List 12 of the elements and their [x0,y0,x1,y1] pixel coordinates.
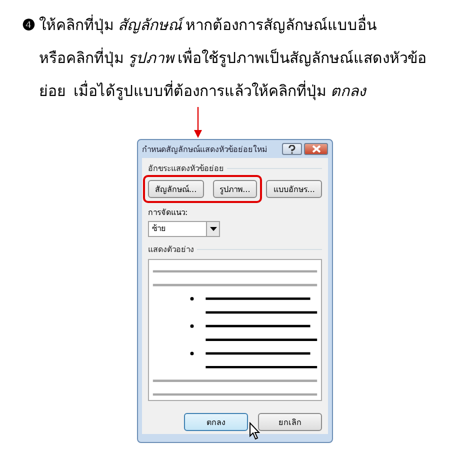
step-number: ❹ [22,17,35,36]
window-title: กำหนดสัญลักษณ์แสดงหัวข้อย่อยใหม่ [142,144,268,156]
dialog-button[interactable]: แบบอักษร... [266,180,322,198]
dialog-button[interactable]: ยกเลิก [258,413,322,431]
dialog-button[interactable]: สัญลักษณ์... [148,180,204,198]
instruction-text: ให้คลิกที่ปุ่ม สัญลักษณ์ หากต้องการสัญลักษณ์แบบอื่น หรือคลิกที่ปุ่ม รูปภาพ เพื่อใช้รูปภาพเป็นสัญลักษณ์แสดงหัวข้อ ย่อย เมื่อได้รูปแบบที่ต้องการแล้วให้คลิกที่ปุ่ม ตกลง [39,10,426,109]
alignment-dropdown[interactable]: ซ้าย [148,221,220,237]
group-label: อักขระแสดงหัวข้อย่อย [148,162,224,174]
dialog-button[interactable]: ตกลง [184,413,248,431]
dialog-button[interactable]: รูปภาพ... [212,180,258,198]
alignment-label: การจัดแนว: [148,207,189,219]
group-label: แสดงตัวอย่าง [148,244,194,256]
